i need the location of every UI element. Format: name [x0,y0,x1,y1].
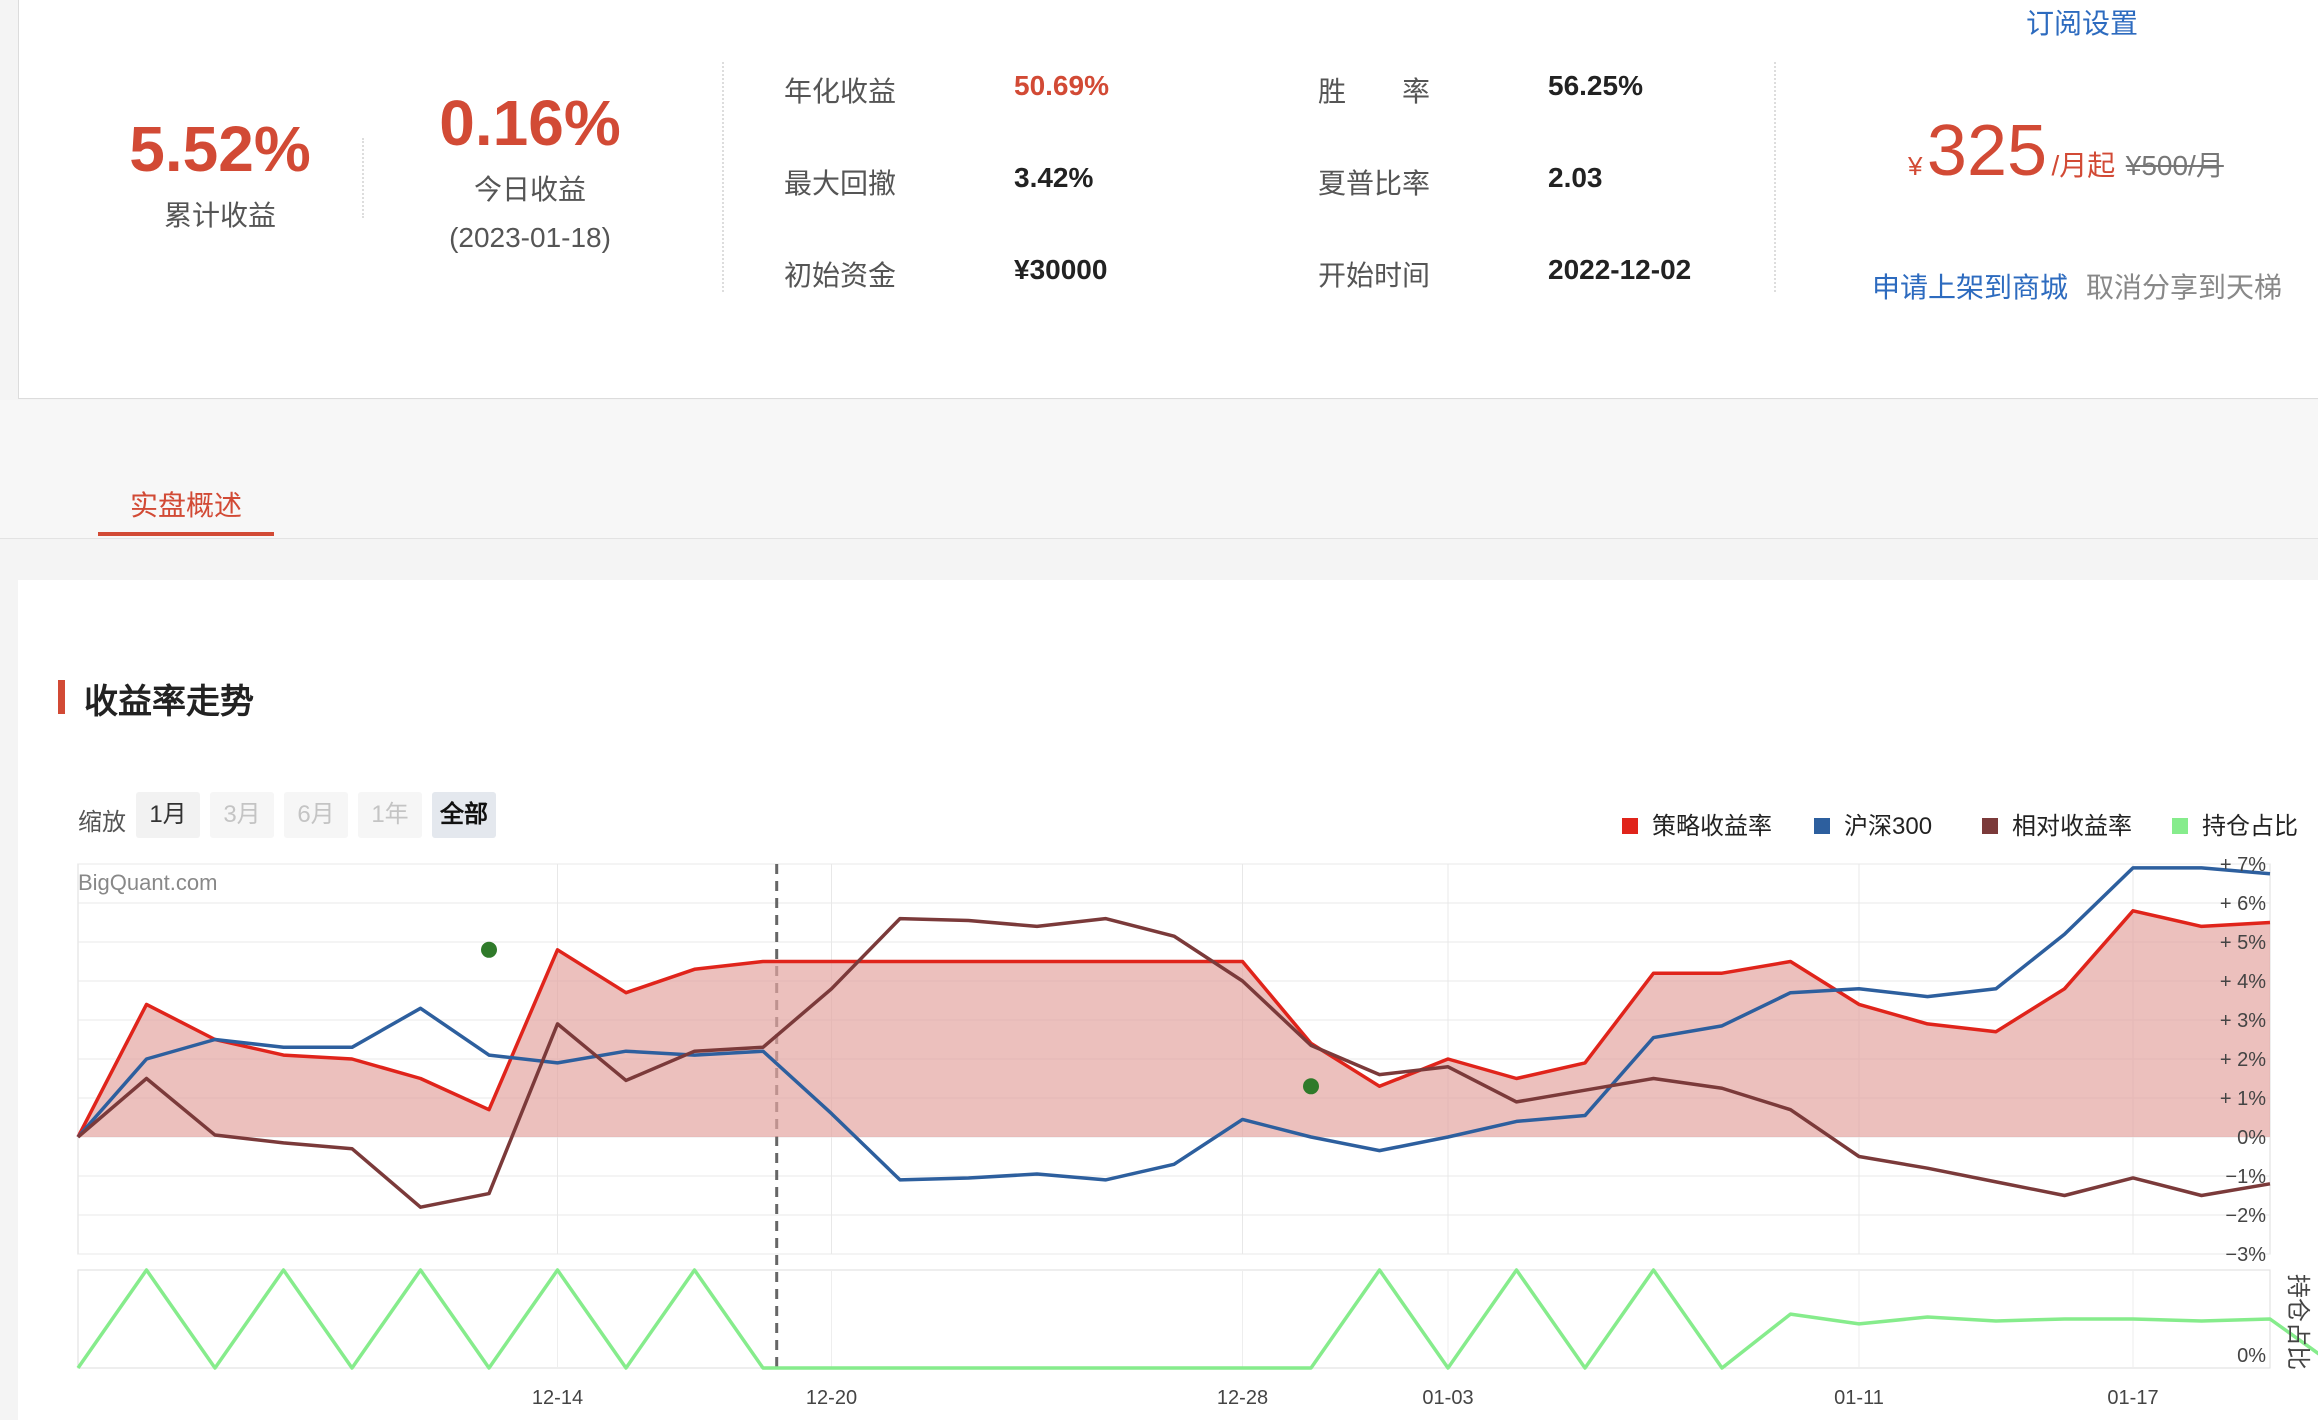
x-tick-label: 12-28 [1217,1387,1268,1408]
y-tick-label: + 3% [2220,1010,2266,1032]
y-tick-label: + 5% [2220,932,2266,954]
y-tick-label: −3% [2225,1244,2266,1266]
y-tick-label: + 4% [2220,971,2266,993]
data-marker [1303,1078,1319,1095]
sub-axis-tick: 0% [2237,1345,2266,1367]
y-tick-label: −2% [2225,1205,2266,1227]
y-tick-label: 0% [2237,1127,2266,1149]
return-chart[interactable]: + 7% + 6% + 5% + 4% + 3% + 2% + 1% 0% −1% −2% −3% 1… [0,0,2318,1408]
sub-axis-label: 持仓占比 [2284,1274,2311,1370]
x-tick-label: 12-14 [532,1387,583,1408]
x-tick-label: 01-17 [2107,1387,2158,1408]
data-marker [481,941,497,958]
position-line [76,1268,2318,1370]
y-tick-label: + 1% [2220,1088,2266,1110]
y-tick-label: + 6% [2220,893,2266,915]
y-tick-label: + 7% [2220,854,2266,876]
y-tick-label: −1% [2225,1166,2266,1188]
y-tick-label: + 2% [2220,1049,2266,1071]
x-tick-label: 01-11 [1834,1387,1884,1408]
x-tick-label: 01-03 [1422,1387,1473,1408]
x-tick-label: 12-20 [806,1387,857,1408]
